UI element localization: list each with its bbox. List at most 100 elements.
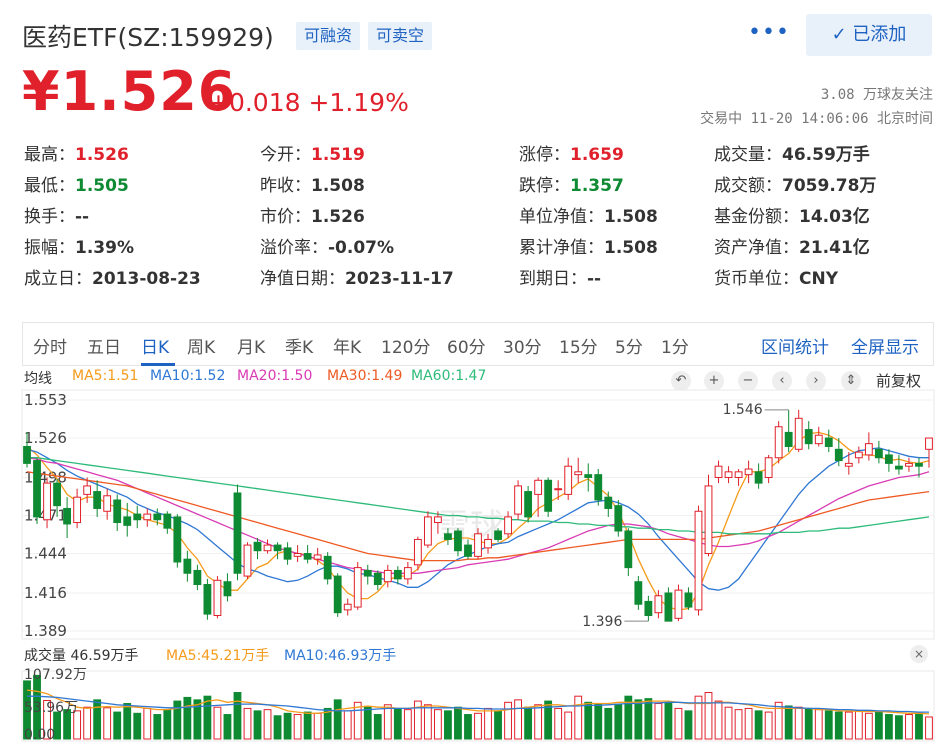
volume-bar [554,707,563,740]
stat-1-2: 跌停：1.357 [519,171,624,196]
tab-1[interactable]: 五日 [87,333,121,358]
volume-bar [895,715,903,740]
more-options-button[interactable]: ••• [748,20,790,45]
volume-bar [884,714,893,740]
candle-body [444,533,452,540]
volume-bar [133,712,142,740]
volume-bar [363,706,372,740]
candle-body [153,513,162,521]
candle-body [684,592,693,608]
followers-count[interactable]: 3.08 万球友关注 [821,84,933,104]
high-price-label: 1.546 [723,402,763,418]
candle-body [774,426,783,459]
short-selling-tag[interactable]: 可卖空 [368,22,433,50]
tab-11[interactable]: 5分 [615,333,643,358]
range-stats-button[interactable]: 区间统计 [761,333,829,358]
watchlist-added-button[interactable]: ✓ 已添加 [806,14,932,56]
price-change: +0.018 +1.19% [208,88,409,117]
stat-value: 1.526 [311,207,365,227]
stat-value: CNY [799,269,839,289]
volume-bar [273,715,282,740]
tab-8[interactable]: 60分 [447,333,486,358]
candle-body [504,516,512,535]
candle-body [23,445,31,464]
stat-0-3: 成交量：46.59万手 [714,140,870,165]
volume-bar [93,699,102,740]
volume-bar [704,692,713,740]
volume-bar [243,707,252,740]
volume-bar [864,712,873,740]
stat-label: 成交量： [714,145,782,165]
stat-value: 21.41亿 [799,238,870,258]
kline-chart[interactable]: 1.5531.5261.4981.4711.4441.4161.389雪球1.5… [0,366,949,745]
price-tick-label: 1.526 [24,429,67,447]
candle-body [83,485,92,495]
stat-label: 成交额： [714,176,782,196]
stat-3-0: 振幅：1.39% [24,233,134,258]
stat-value: 1.505 [75,176,129,196]
candle-body [303,553,312,560]
tab-6[interactable]: 年K [333,333,361,358]
candle-body [895,465,903,470]
stat-2-1: 市价：1.526 [260,202,365,227]
stat-value: 1.508 [311,176,365,196]
tab-4[interactable]: 月K [237,333,265,358]
volume-bar [754,710,763,740]
volume-bar [113,711,122,740]
stat-value: 1.508 [604,238,658,258]
candle-body [474,533,482,557]
candle-body [383,569,392,583]
candle-body [704,485,713,555]
stat-value: 46.59万手 [782,145,870,165]
candle-body [584,474,593,478]
stat-label: 到期日： [519,269,587,289]
stat-label: 市价： [260,207,311,227]
candle-body [834,448,843,462]
candle-body [73,496,82,524]
candle-body [464,544,472,557]
volume-bar [534,704,543,740]
tab-0[interactable]: 分时 [33,333,67,358]
tab-9[interactable]: 30分 [503,333,542,358]
volume-tick-label: 107.92万 [24,667,87,683]
candle-body [594,474,603,501]
candle-body [93,491,102,509]
stat-label: 基金份额： [714,207,799,227]
volume-bar [524,706,533,740]
stat-1-1: 昨收：1.508 [260,171,365,196]
candle-body [564,465,573,495]
tab-3[interactable]: 周K [187,333,215,358]
current-price: ¥1.526 [22,60,237,123]
candle-body [634,581,643,605]
stat-value: 2023-11-17 [345,269,454,289]
tab-7[interactable]: 120分 [381,333,430,358]
stat-value: -- [587,269,602,289]
volume-bar [905,714,913,740]
price-tick-label: 1.444 [24,545,67,563]
volume-bar [163,709,172,740]
quote-stats-grid: 最高：1.526 今开：1.519 涨停：1.659 成交量：46.59万手 最低：1.… [24,140,934,300]
volume-bar [434,709,442,740]
candle-body [273,544,282,552]
candle-body [113,499,122,524]
candle-body [133,513,142,521]
candle-body [363,569,372,577]
candle-body [63,507,72,525]
stat-label: 跌停： [519,176,570,196]
tab-5[interactable]: 季K [285,333,313,358]
volume-bar [343,710,352,740]
stat-2-3: 基金份额：14.03亿 [714,202,870,227]
volume-bar [514,699,522,740]
candle-body [694,510,703,611]
tab-2[interactable]: 日K [141,333,169,358]
tab-12[interactable]: 1分 [661,333,689,358]
margin-financing-tag[interactable]: 可融资 [296,22,361,50]
volume-bar [494,710,502,740]
close-volume-icon[interactable]: × [910,645,928,663]
volume-bar [173,700,182,740]
candle-body [534,479,543,495]
tab-10[interactable]: 15分 [559,333,598,358]
fullscreen-button[interactable]: 全屏显示 [851,333,919,358]
volume-bar [794,706,803,740]
stat-label: 资产净值： [714,238,799,258]
